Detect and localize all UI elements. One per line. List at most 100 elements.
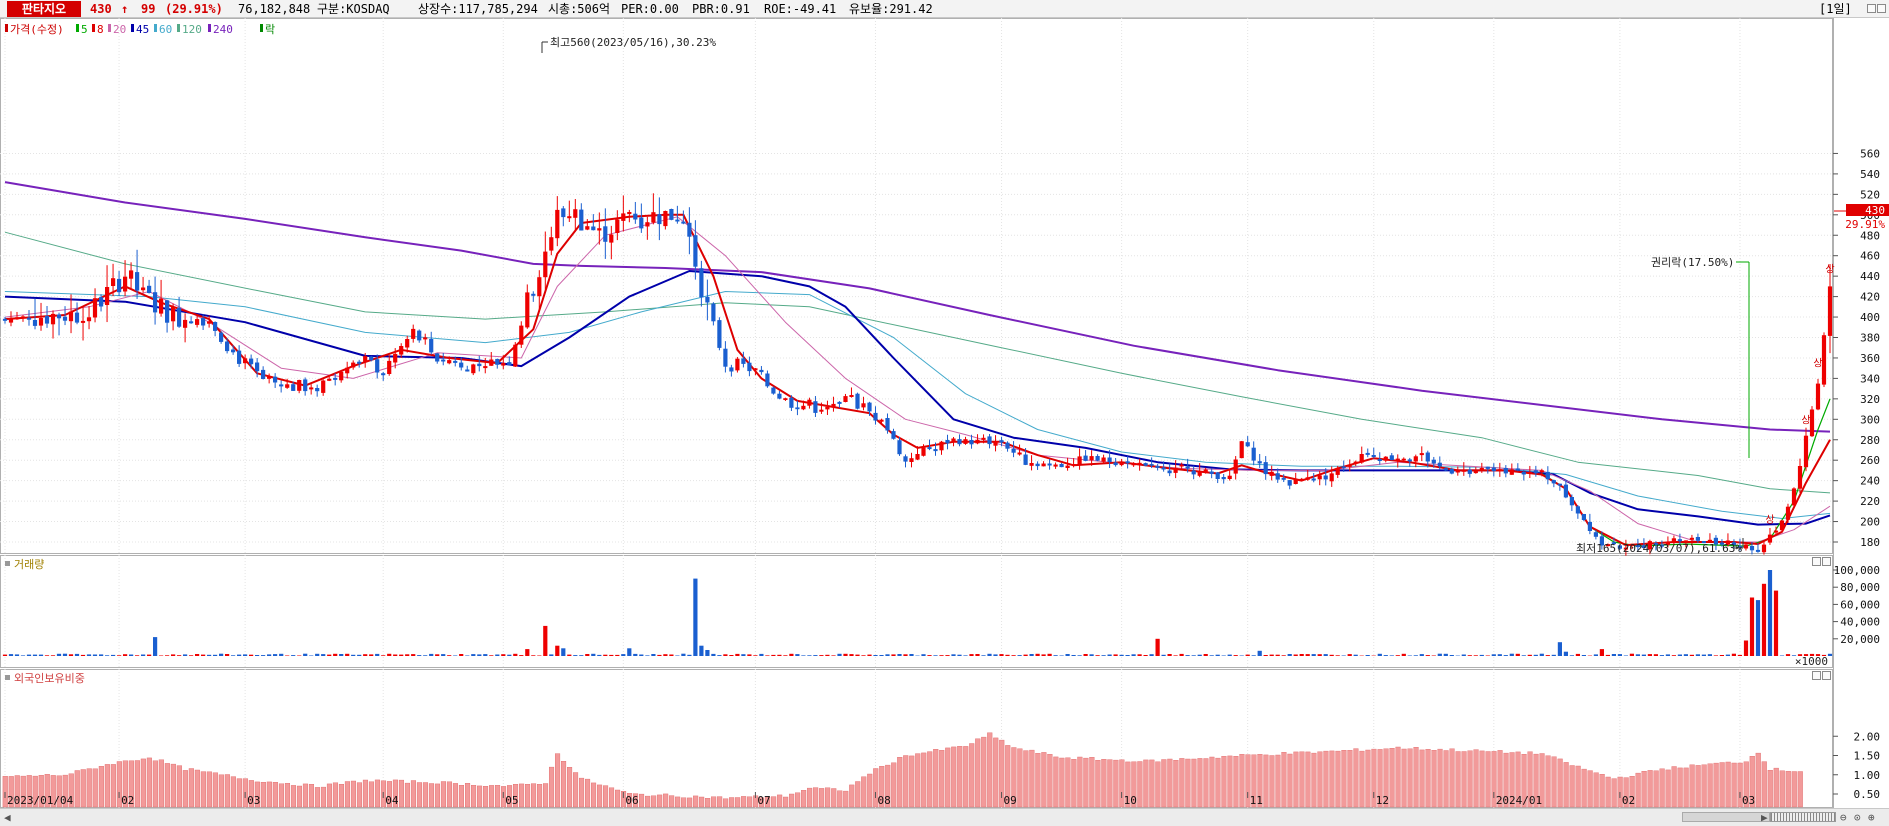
foreign-ownership-bar xyxy=(495,785,501,808)
volume-bar xyxy=(447,655,452,656)
volume-bar xyxy=(711,653,716,656)
volume-bar xyxy=(1629,653,1634,656)
candle-body xyxy=(435,353,440,362)
volume-bar xyxy=(645,655,650,656)
foreign-ownership-bar xyxy=(170,763,176,808)
candle-body xyxy=(663,211,668,227)
x-tick-label: 2024/01 xyxy=(1496,794,1542,807)
candle-body xyxy=(483,366,488,369)
price-tick-label: 220 xyxy=(1860,495,1880,508)
rights-label: 권리락(17.50%) xyxy=(1651,256,1734,269)
candle-body xyxy=(747,362,752,372)
zoom-slider[interactable] xyxy=(1770,812,1836,822)
volume-bar xyxy=(1263,655,1268,656)
volume-bar xyxy=(747,654,752,656)
foreign-ownership-bar xyxy=(1569,765,1575,808)
volume-tick-label: 80,000 xyxy=(1840,581,1880,594)
volume-bar xyxy=(171,654,176,656)
candle-body xyxy=(549,237,554,251)
volume-bar xyxy=(897,654,902,656)
up-arrow-icon: ↑ xyxy=(121,2,129,16)
foreign-ownership-bar xyxy=(1665,769,1671,808)
foreign-ownership-bar xyxy=(789,793,795,808)
foreign-ownership-bar xyxy=(1191,758,1197,808)
legend-ma45: 45 xyxy=(136,23,149,36)
legend-ma240: 240 xyxy=(213,23,233,36)
candle-body xyxy=(963,439,968,444)
volume-bar xyxy=(1755,600,1761,656)
volume-bar xyxy=(669,654,674,656)
stock-name[interactable]: 판타지오 xyxy=(7,1,81,17)
period-selector[interactable]: [1일] xyxy=(1819,1,1852,17)
foreign-ownership-bar xyxy=(813,787,819,808)
foreign-ownership-bar xyxy=(206,771,212,808)
window-min-button[interactable] xyxy=(1867,4,1876,13)
market-cap: 시총:506억 xyxy=(548,2,611,16)
foreign-ownership-bar xyxy=(969,743,975,808)
foreign-ownership-bar xyxy=(891,762,897,808)
zoom-out-icon[interactable]: ⊖ xyxy=(1840,811,1847,824)
volume-bar xyxy=(777,654,782,656)
chart-scrollbar[interactable]: ◀ ▶ ⊖ ⊙ ⊕ xyxy=(0,808,1889,826)
candle-body xyxy=(801,405,806,410)
price-tick-label: 440 xyxy=(1860,270,1880,283)
candle-body xyxy=(111,278,116,286)
volume-bar xyxy=(1293,654,1298,656)
volume-bar xyxy=(105,655,110,656)
foreign-ownership-bar xyxy=(158,759,164,808)
candle-body xyxy=(1077,456,1082,465)
candle-body xyxy=(657,214,662,225)
volume-bar xyxy=(579,655,584,656)
volume-bar xyxy=(1287,654,1292,656)
foreign-ownership-bar xyxy=(176,765,182,808)
volume-panel-min-button[interactable] xyxy=(1812,557,1821,566)
legend-ex-rights: 락 xyxy=(265,23,275,36)
zoom-reset-icon[interactable]: ⊙ xyxy=(1854,811,1861,824)
volume-bar xyxy=(879,655,884,656)
candle-body xyxy=(1503,468,1508,474)
foreign-ownership-bar xyxy=(278,783,285,808)
volume-panel-close-button[interactable] xyxy=(1822,557,1831,566)
scroll-right-icon[interactable]: ▶ xyxy=(1761,811,1768,824)
candle-body xyxy=(1161,467,1166,470)
foreign-ownership-bar xyxy=(218,774,224,808)
foreign-panel-min-button[interactable] xyxy=(1812,671,1821,680)
candle-body xyxy=(297,380,302,391)
foreign-ownership-bar xyxy=(471,785,477,808)
zoom-in-icon[interactable]: ⊕ xyxy=(1868,811,1875,824)
candle-body xyxy=(165,300,170,323)
foreign-ownership-bar xyxy=(86,768,92,808)
candle-body xyxy=(1563,484,1568,498)
candle-body xyxy=(315,388,320,392)
candle-body xyxy=(1521,472,1526,475)
window-close-button[interactable] xyxy=(1877,4,1886,13)
candle-body xyxy=(945,440,950,444)
candle-body xyxy=(819,409,824,412)
foreign-ownership-bar xyxy=(567,767,573,808)
volume-bar xyxy=(759,653,764,656)
foreign-ownership-bar xyxy=(1599,774,1605,808)
volume-bar xyxy=(255,655,260,656)
candle-body xyxy=(285,384,290,388)
stock-chart[interactable]: 2023/01/04 02 03 04 05 06 07 08 09 10 11 12 2024/01 0… xyxy=(0,18,1889,808)
foreign-ownership-bar xyxy=(1461,751,1467,808)
volume-bar xyxy=(1059,655,1064,656)
price-tick-label: 340 xyxy=(1860,372,1880,385)
volume-bar xyxy=(321,654,326,656)
scroll-thumb[interactable] xyxy=(1682,812,1770,822)
volume-bar xyxy=(1137,654,1142,656)
foreign-ownership-bar xyxy=(1353,748,1359,808)
foreign-ownership-bar xyxy=(338,784,345,808)
candle-body xyxy=(837,401,842,404)
volume-bar xyxy=(549,654,554,656)
candle-body xyxy=(471,364,476,374)
volume-bar xyxy=(1353,654,1358,656)
price-tick-label: 400 xyxy=(1860,311,1880,324)
volume-bar xyxy=(987,653,992,656)
foreign-ownership-bar xyxy=(819,788,825,808)
current-price: 430 xyxy=(90,2,112,16)
legend-ma5: 5 xyxy=(81,23,88,36)
scroll-left-icon[interactable]: ◀ xyxy=(4,811,11,824)
foreign-ownership-bar xyxy=(320,786,327,808)
foreign-panel-close-button[interactable] xyxy=(1822,671,1831,680)
